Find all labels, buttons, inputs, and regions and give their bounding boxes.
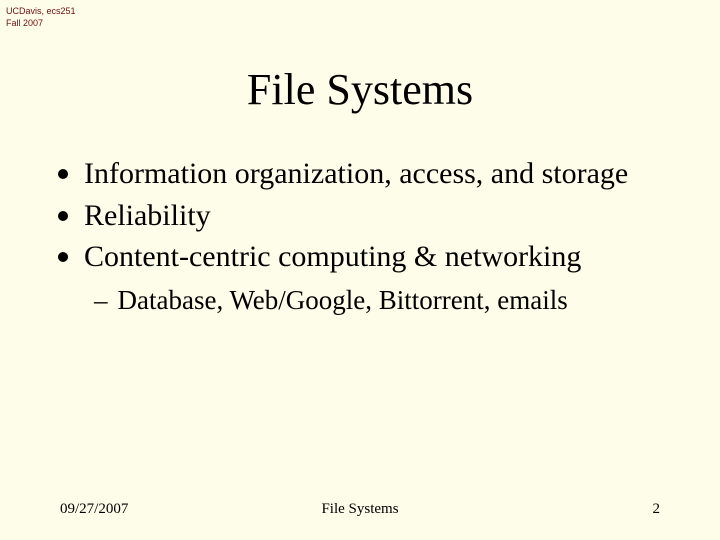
- content-area: Information organization, access, and st…: [58, 155, 680, 318]
- footer-topic: File Systems: [321, 501, 398, 518]
- sub-bullet-item: – Database, Web/Google, Bittorrent, emai…: [94, 282, 680, 318]
- course-header-line2: Fall 2007: [6, 18, 76, 30]
- footer: 09/27/2007 File Systems 2: [0, 501, 720, 518]
- footer-date: 09/27/2007: [60, 501, 128, 518]
- bullet-item: Content-centric computing & networking: [58, 238, 680, 276]
- bullet-icon: [58, 169, 68, 179]
- bullet-item: Information organization, access, and st…: [58, 155, 680, 193]
- course-header: UCDavis, ecs251 Fall 2007: [6, 6, 76, 29]
- bullet-text: Content-centric computing & networking: [84, 238, 680, 276]
- slide-title: File Systems: [0, 64, 720, 115]
- sub-bullet-text: Database, Web/Google, Bittorrent, emails: [118, 282, 568, 318]
- bullet-icon: [58, 252, 68, 262]
- bullet-text: Reliability: [84, 197, 680, 235]
- bullet-item: Reliability: [58, 197, 680, 235]
- course-header-line1: UCDavis, ecs251: [6, 6, 76, 18]
- dash-icon: –: [94, 282, 108, 318]
- bullet-text: Information organization, access, and st…: [84, 155, 680, 193]
- bullet-icon: [58, 211, 68, 221]
- footer-page-number: 2: [653, 501, 661, 518]
